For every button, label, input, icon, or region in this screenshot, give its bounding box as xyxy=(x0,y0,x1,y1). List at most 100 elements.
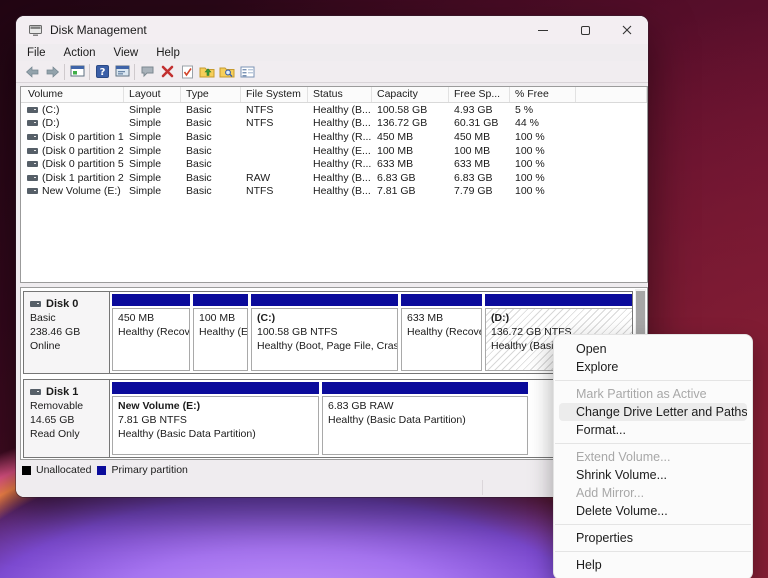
col-status[interactable]: Status xyxy=(308,87,372,102)
unallocated-label: Unallocated xyxy=(36,464,92,476)
menu-file[interactable]: File xyxy=(16,47,55,59)
disk-0-row: Disk 0 Basic 238.46 GB Online 450 MB Hea… xyxy=(23,291,633,374)
cell-volume: (Disk 1 partition 2) xyxy=(21,172,124,184)
col-volume[interactable]: Volume xyxy=(21,87,124,102)
disk-state: Read Only xyxy=(30,428,80,440)
volume-row[interactable]: (Disk 0 partition 5) Simple Basic Healthy (… xyxy=(21,157,647,171)
menu-item-extend-volume: Extend Volume... xyxy=(576,450,671,464)
volume-icon xyxy=(27,106,38,113)
cell-pct: 100 % xyxy=(515,130,545,143)
menu-action[interactable]: Action xyxy=(55,47,105,59)
menu-item-explore[interactable]: Explore xyxy=(559,358,747,376)
cell-status: Healthy (B... xyxy=(313,117,371,130)
titlebar[interactable]: Disk Management xyxy=(16,16,648,44)
disk-kind: Removable xyxy=(30,400,84,412)
partition-c[interactable]: (C:) 100.58 GB NTFS Healthy (Boot, Page … xyxy=(251,294,398,371)
primary-partition-swatch xyxy=(97,465,107,475)
volume-row[interactable]: (Disk 0 partition 2) Simple Basic Healthy (… xyxy=(21,144,647,158)
partition-100mb[interactable]: 100 MB Healthy (EF xyxy=(193,294,248,371)
back-icon[interactable] xyxy=(22,63,42,81)
menu-separator xyxy=(555,551,751,552)
cell-free: 100 MB xyxy=(454,144,491,157)
disk-0-info[interactable]: Disk 0 Basic 238.46 GB Online xyxy=(24,292,110,373)
disk-size: 14.65 GB xyxy=(30,414,75,426)
cell-free: 7.79 GB xyxy=(454,185,493,198)
folder-up-icon[interactable] xyxy=(197,63,217,81)
menu-item-delete-volume[interactable]: Delete Volume... xyxy=(559,502,747,520)
cell-type: Basic xyxy=(186,171,212,184)
col-free-space[interactable]: Free Sp... xyxy=(449,87,510,102)
cell-type: Basic xyxy=(186,185,212,198)
menu-view[interactable]: View xyxy=(105,47,148,59)
close-button[interactable] xyxy=(606,16,648,44)
cell-fs: NTFS xyxy=(246,117,274,130)
cell-free: 6.83 GB xyxy=(454,171,493,184)
forward-icon[interactable] xyxy=(42,63,62,81)
help-icon[interactable]: ? xyxy=(92,63,112,81)
menu-item-properties[interactable]: Properties xyxy=(559,529,747,547)
menu-help[interactable]: Help xyxy=(147,47,189,59)
app-icon xyxy=(29,24,42,36)
details-view-icon[interactable] xyxy=(237,63,257,81)
menu-item-open[interactable]: Open xyxy=(559,340,747,358)
volume-icon xyxy=(27,133,38,140)
cell-layout: Simple xyxy=(129,185,162,198)
menu-item-help[interactable]: Help xyxy=(559,556,747,574)
menu-item-mark-partition-active: Mark Partition as Active xyxy=(576,387,707,401)
cell-capacity: 7.81 GB xyxy=(377,185,416,198)
cell-capacity: 100 MB xyxy=(377,144,414,157)
menu-item-format[interactable]: Format... xyxy=(559,421,747,439)
cell-free: 4.93 GB xyxy=(454,103,493,116)
disk-name: Disk 1 xyxy=(46,386,79,398)
col-layout[interactable]: Layout xyxy=(124,87,181,102)
col-pct-free[interactable]: % Free xyxy=(510,87,576,102)
cell-layout: Simple xyxy=(129,103,162,116)
cell-capacity: 6.83 GB xyxy=(377,171,416,184)
volume-row[interactable]: New Volume (E:) Simple Basic NTFS Healthy (B… xyxy=(21,185,647,199)
delete-icon[interactable] xyxy=(157,63,177,81)
cell-fs: NTFS xyxy=(246,103,274,116)
col-file-system[interactable]: File System xyxy=(241,87,308,102)
col-capacity[interactable]: Capacity xyxy=(372,87,449,102)
volume-icon xyxy=(27,188,38,195)
volume-icon xyxy=(27,161,38,168)
cell-status: Healthy (R... xyxy=(313,130,372,143)
close-icon xyxy=(622,25,632,35)
volume-row[interactable]: (Disk 0 partition 1) Simple Basic Healthy (… xyxy=(21,130,647,144)
partition-raw[interactable]: 6.83 GB RAW Healthy (Basic Data Partitio… xyxy=(322,382,528,455)
cell-capacity: 136.72 GB xyxy=(377,117,428,130)
console-window-icon[interactable] xyxy=(67,63,87,81)
disk-name: Disk 0 xyxy=(46,298,79,310)
menu-separator xyxy=(555,524,751,525)
volume-row[interactable]: (D:) Simple Basic NTFS Healthy (B... 136.72 G… xyxy=(21,117,647,131)
maximize-button[interactable] xyxy=(564,16,606,44)
window-title: Disk Management xyxy=(50,23,147,37)
desktop-wallpaper: Disk Management File Action View Help ? … xyxy=(0,0,768,578)
cell-free: 633 MB xyxy=(454,158,491,171)
col-type[interactable]: Type xyxy=(181,87,241,102)
cell-pct: 100 % xyxy=(515,144,545,157)
menu-item-shrink-volume[interactable]: Shrink Volume... xyxy=(559,466,747,484)
properties-window-icon[interactable] xyxy=(112,63,132,81)
volume-row[interactable]: (Disk 1 partition 2) Simple Basic RAW Health… xyxy=(21,171,647,185)
check-document-icon[interactable] xyxy=(177,63,197,81)
volume-list-header: Volume Layout Type File System Status Ca… xyxy=(21,87,647,103)
disk-1-info[interactable]: Disk 1 Removable 14.65 GB Read Only xyxy=(24,380,110,457)
toolbar-separator xyxy=(134,63,135,80)
cell-volume: New Volume (E:) xyxy=(21,185,124,197)
menu-bar: File Action View Help xyxy=(16,44,648,61)
cell-pct: 100 % xyxy=(515,158,545,171)
folder-search-icon[interactable] xyxy=(217,63,237,81)
partition-e[interactable]: New Volume (E:) 7.81 GB NTFS Healthy (Ba… xyxy=(112,382,319,455)
menu-separator xyxy=(555,443,751,444)
cell-fs: RAW xyxy=(246,171,271,184)
volume-row[interactable]: (C:) Simple Basic NTFS Healthy (B... 100.58 G… xyxy=(21,103,647,117)
partition-633mb[interactable]: 633 MB Healthy (Recove xyxy=(401,294,482,371)
partition-450mb[interactable]: 450 MB Healthy (Recov xyxy=(112,294,190,371)
cell-status: Healthy (R... xyxy=(313,158,372,171)
menu-item-change-drive-letter[interactable]: Change Drive Letter and Paths... xyxy=(559,403,747,421)
cell-type: Basic xyxy=(186,158,212,171)
cell-fs: NTFS xyxy=(246,185,274,198)
callout-icon[interactable] xyxy=(137,63,157,81)
minimize-button[interactable] xyxy=(522,16,564,44)
